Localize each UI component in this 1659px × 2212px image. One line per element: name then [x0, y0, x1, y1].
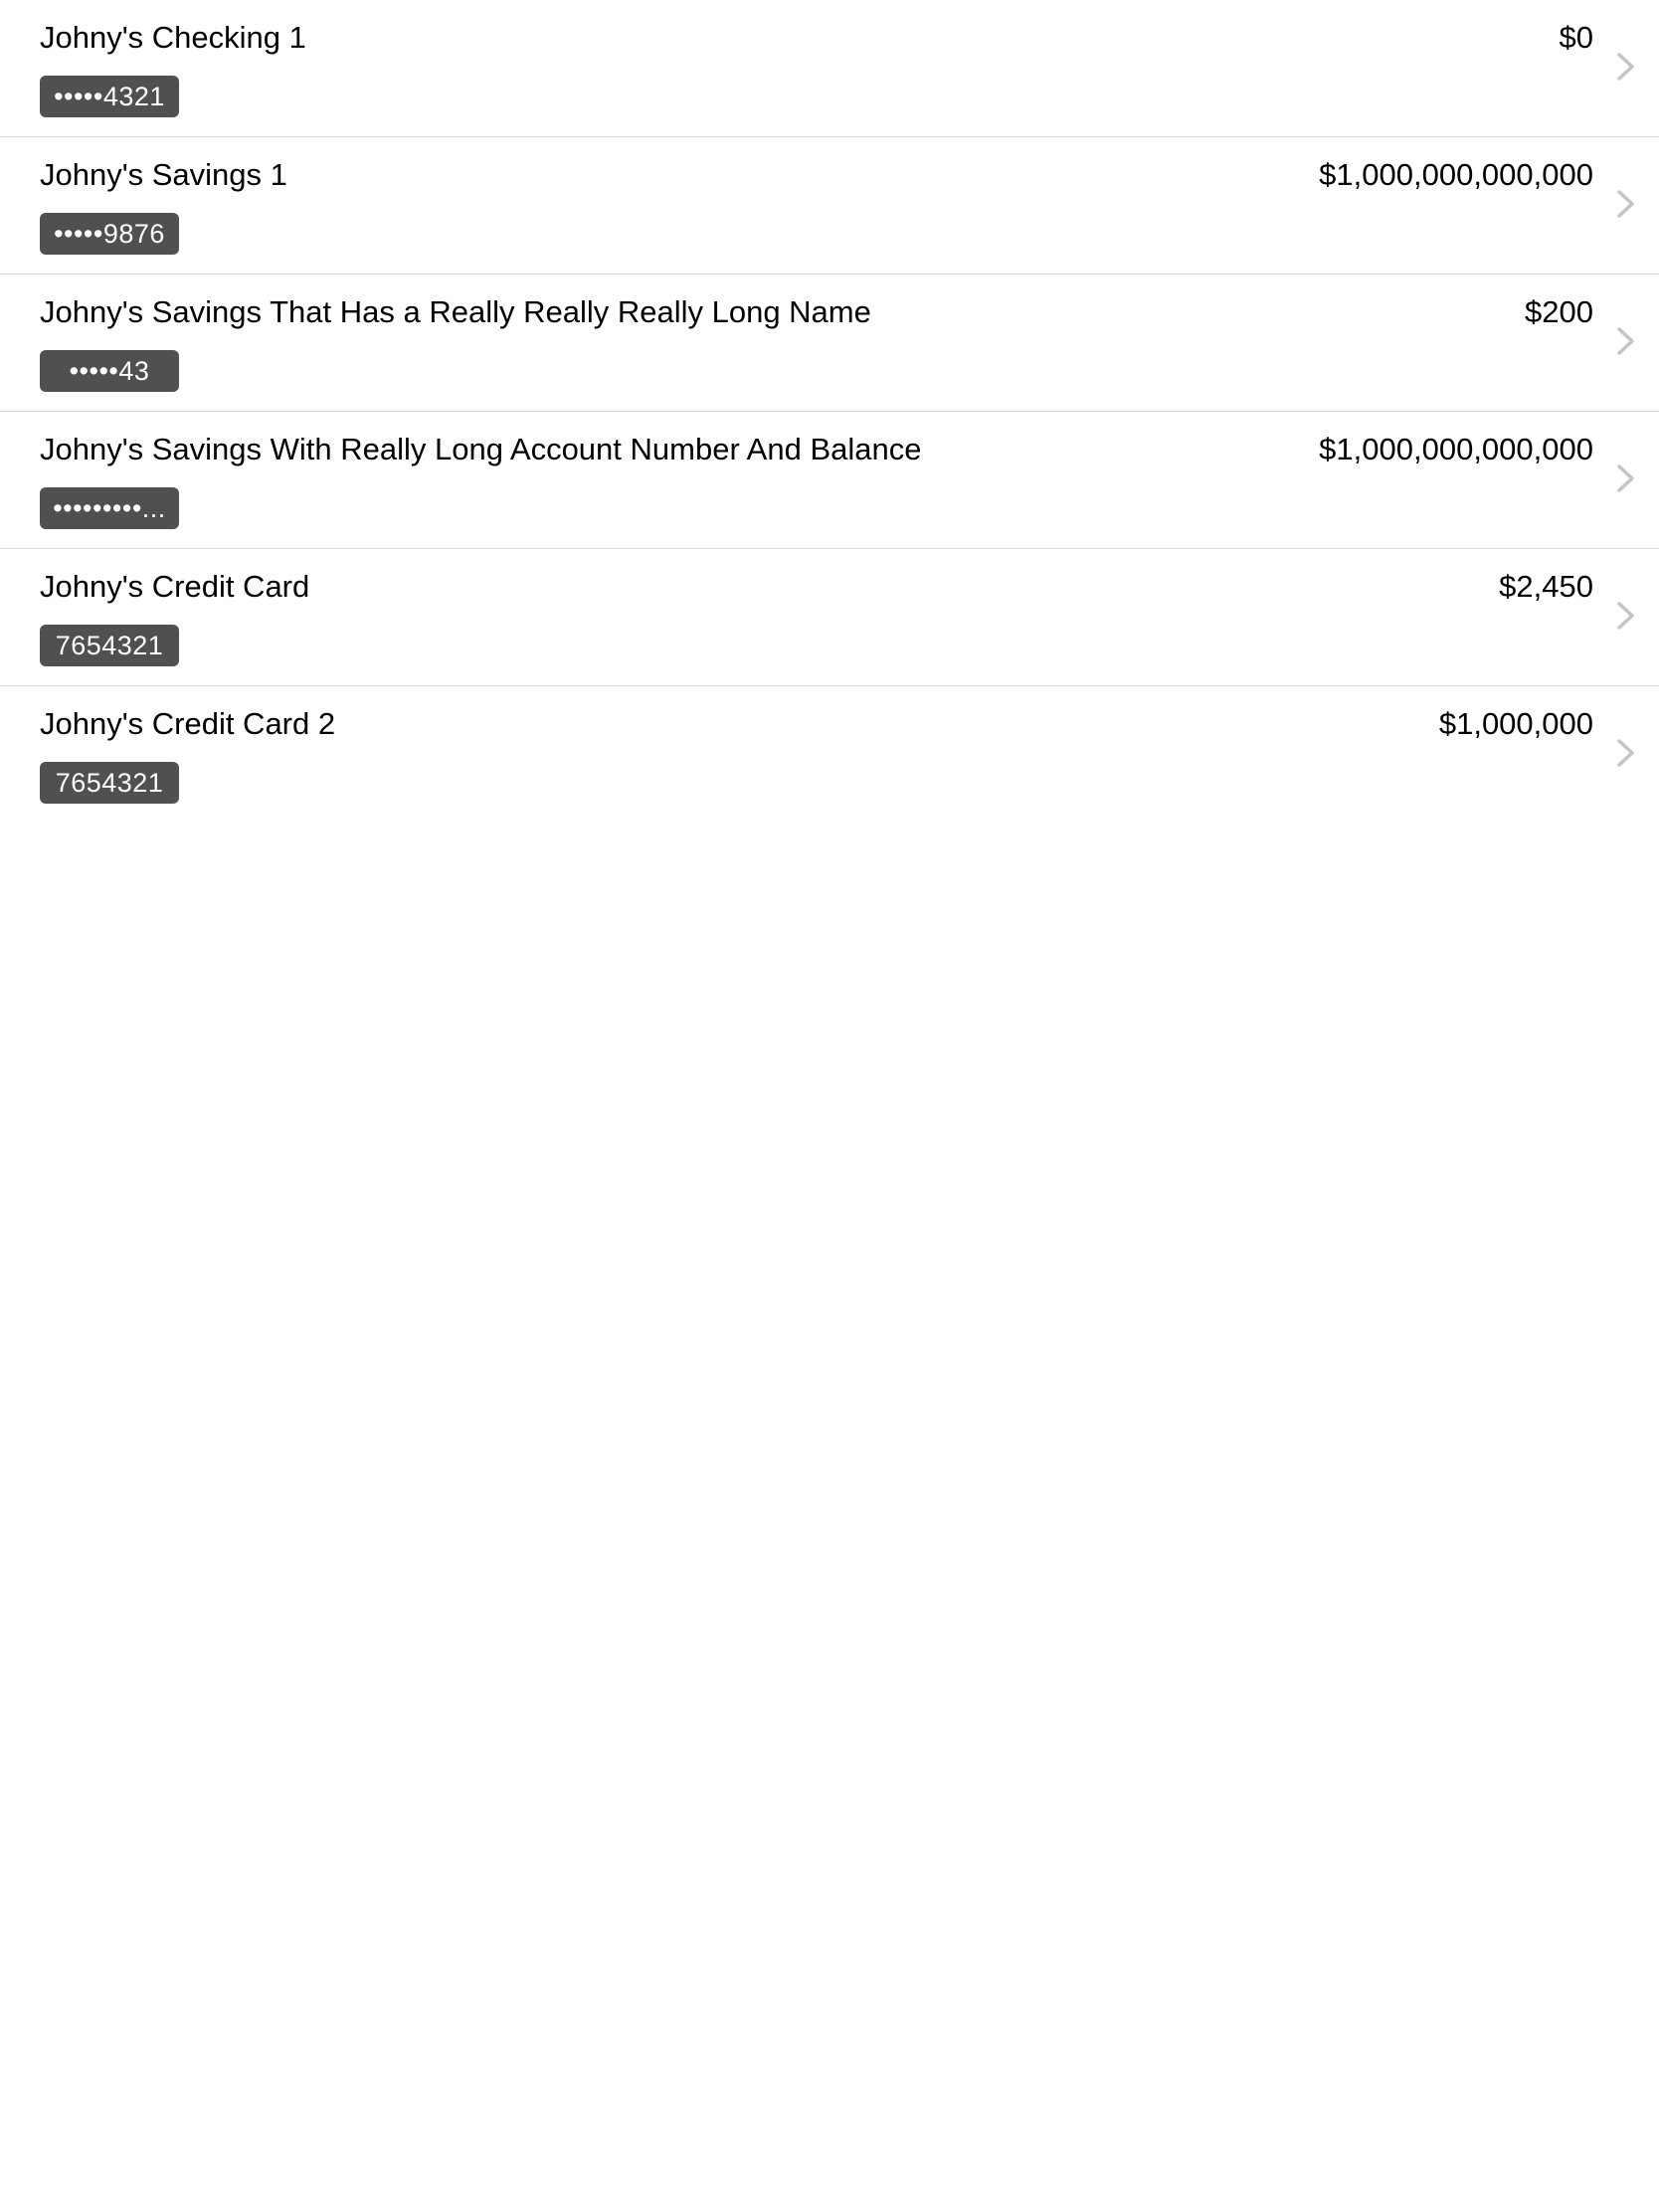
account-name: Johny's Credit Card [40, 569, 310, 604]
account-name: Johny's Credit Card 2 [40, 706, 336, 741]
chevron-right-icon [1615, 189, 1637, 219]
account-number-badge: 7654321 [40, 625, 179, 666]
account-balance: $1,000,000,000,000 [1319, 157, 1593, 192]
account-row[interactable]: Johny's Checking 1 •••••4321 $0 [0, 0, 1659, 137]
account-number-badge: •••••4321 [40, 76, 179, 117]
account-balance: $200 [1525, 294, 1593, 329]
chevron-right-icon [1615, 463, 1637, 493]
account-list: Johny's Checking 1 •••••4321 $0 Johny's … [0, 0, 1659, 824]
account-name: Johny's Savings With Really Long Account… [40, 432, 922, 466]
chevron-right-icon [1615, 738, 1637, 768]
account-row[interactable]: Johny's Savings That Has a Really Really… [0, 275, 1659, 412]
account-name: Johny's Savings 1 [40, 157, 287, 192]
account-number-badge: •••••9876 [40, 213, 179, 255]
chevron-right-icon [1615, 601, 1637, 631]
account-name: Johny's Checking 1 [40, 20, 306, 55]
account-name: Johny's Savings That Has a Really Really… [40, 294, 871, 329]
account-row[interactable]: Johny's Credit Card 7654321 $2,450 [0, 549, 1659, 686]
account-balance: $0 [1559, 20, 1593, 55]
account-balance: $1,000,000,000,000 [1319, 432, 1593, 466]
account-row[interactable]: Johny's Savings With Really Long Account… [0, 412, 1659, 549]
account-row[interactable]: Johny's Savings 1 •••••9876 $1,000,000,0… [0, 137, 1659, 275]
account-balance: $1,000,000 [1438, 706, 1593, 741]
chevron-right-icon [1615, 326, 1637, 356]
account-row[interactable]: Johny's Credit Card 2 7654321 $1,000,000 [0, 686, 1659, 824]
chevron-right-icon [1615, 52, 1637, 82]
account-number-badge: •••••••••... [40, 487, 179, 529]
account-number-badge: •••••43 [40, 350, 179, 392]
account-number-badge: 7654321 [40, 762, 179, 804]
account-balance: $2,450 [1499, 569, 1593, 604]
